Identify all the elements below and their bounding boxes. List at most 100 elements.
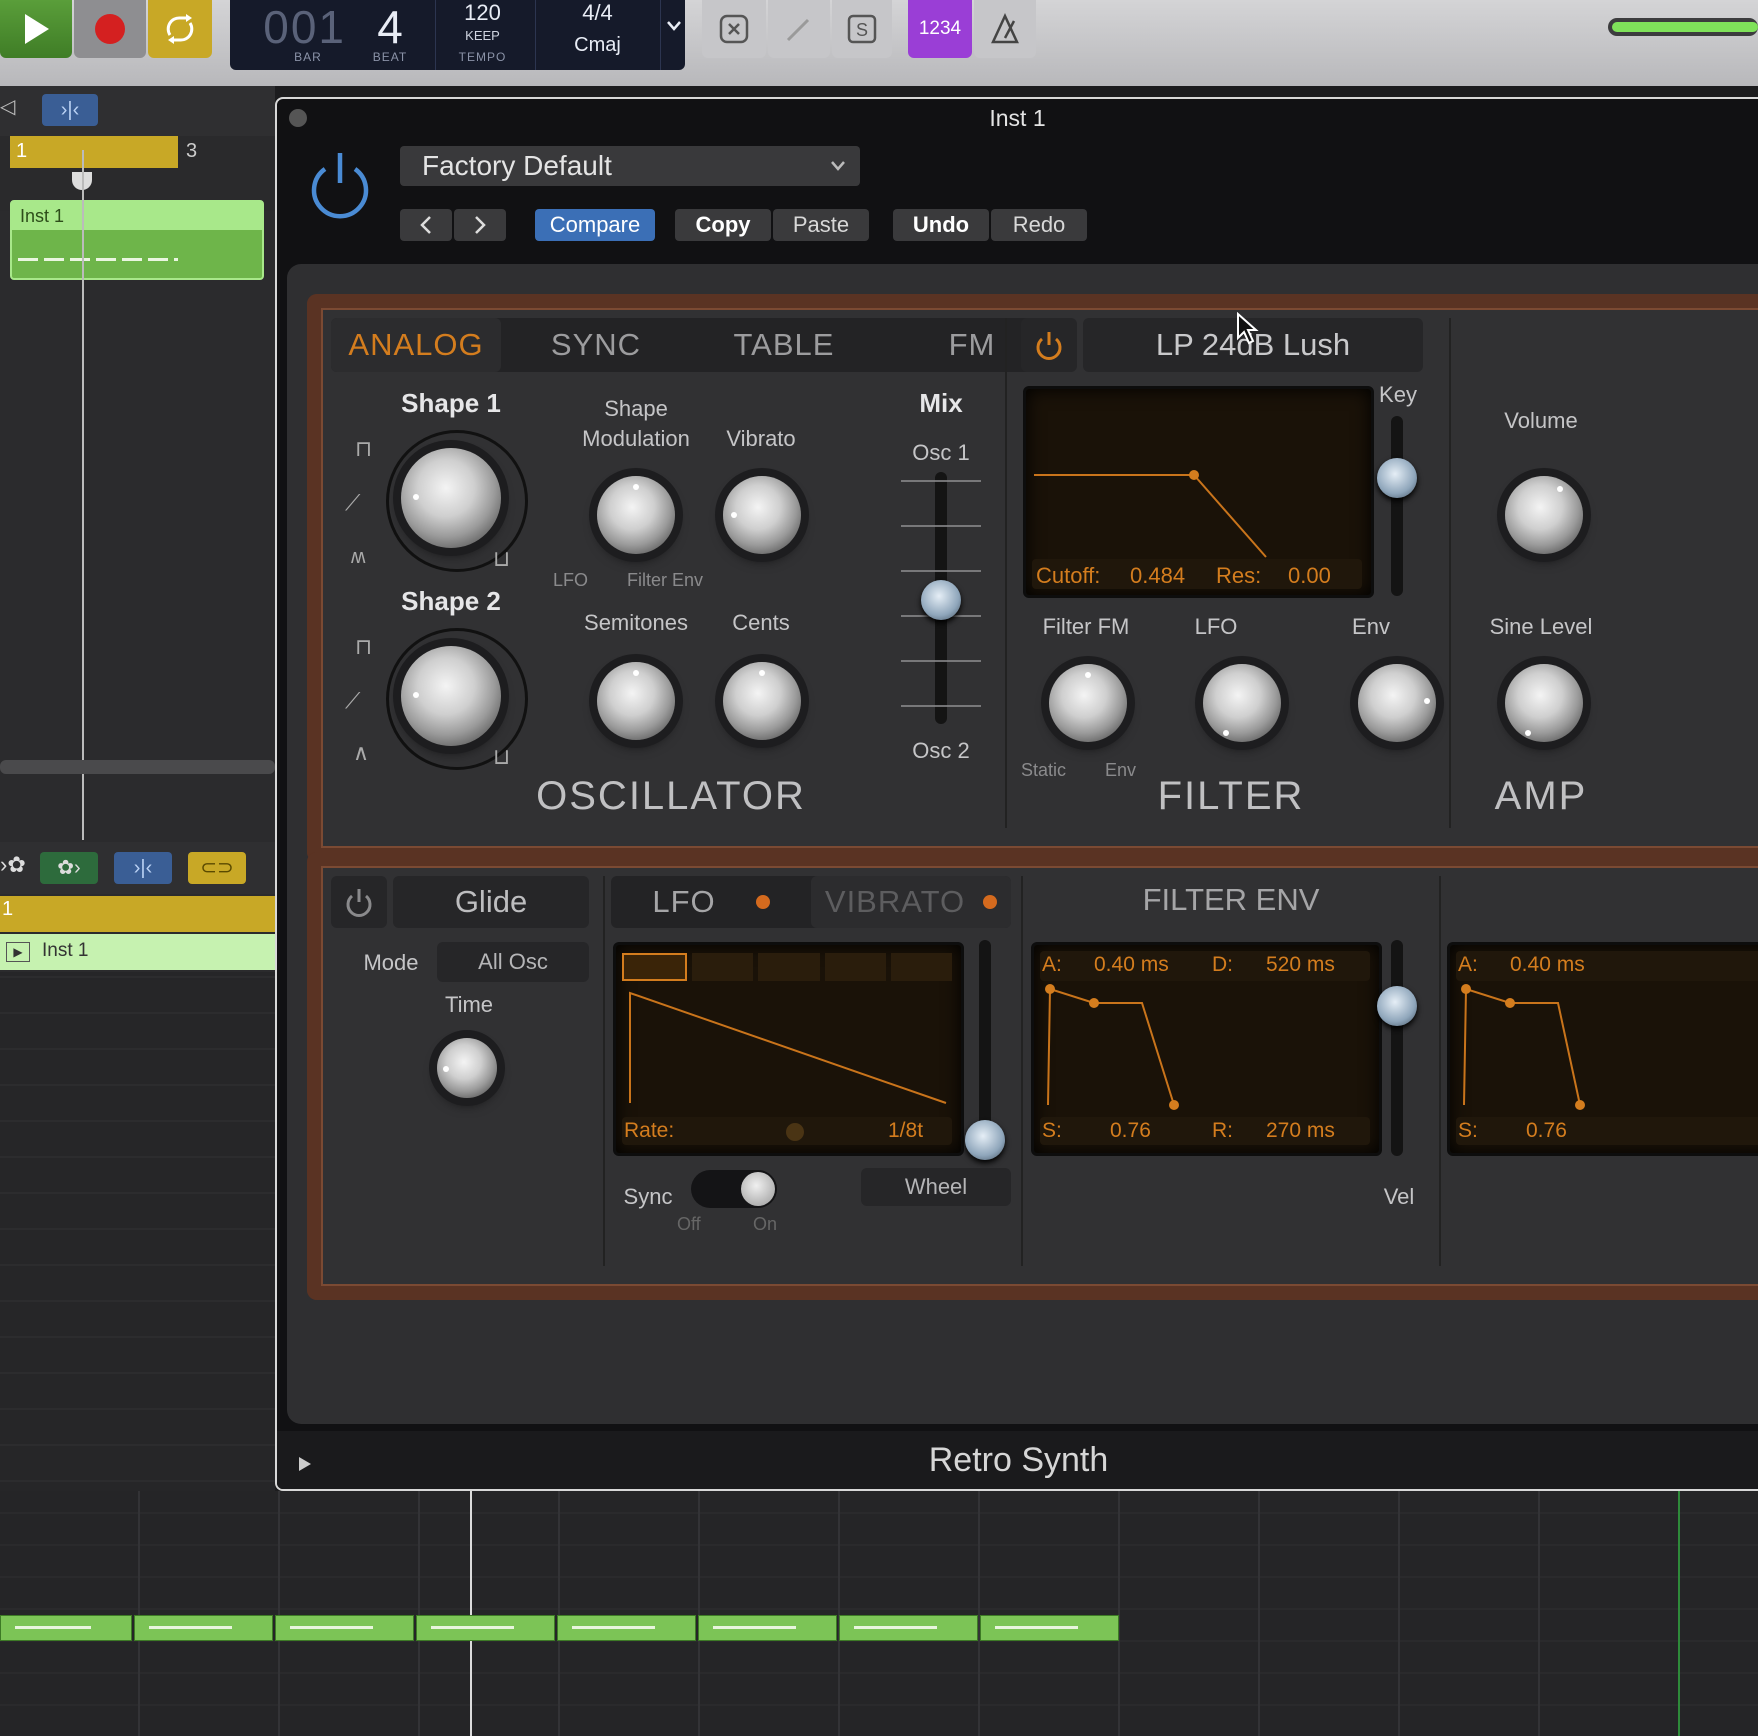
chevron-down-icon[interactable]	[666, 20, 682, 32]
key-slider-track[interactable]	[1391, 416, 1403, 596]
track-region[interactable]: Inst 1	[10, 200, 264, 280]
filter-power-button[interactable]	[1021, 318, 1077, 372]
vibrato-knob[interactable]	[723, 476, 801, 554]
link-button[interactable]: ⊂⊃	[188, 852, 246, 884]
cents-knob[interactable]	[723, 662, 801, 740]
window-title: Inst 1	[989, 105, 1046, 131]
tab-table[interactable]: TABLE	[699, 318, 869, 372]
input-monitor-button[interactable]	[768, 0, 830, 58]
shape1-knob[interactable]	[401, 448, 501, 548]
lfo-amount-handle[interactable]	[965, 1120, 1005, 1160]
cycle-button[interactable]	[148, 0, 212, 58]
rate-slider[interactable]	[786, 1123, 804, 1141]
note-region[interactable]	[698, 1615, 837, 1641]
redo-button[interactable]: Redo	[991, 209, 1087, 241]
glide-mode-label: Mode	[363, 950, 419, 975]
key-slider-handle[interactable]	[1377, 458, 1417, 498]
filter-display[interactable]: Cutoff: 0.484 Res: 0.00	[1023, 386, 1374, 598]
undo-button[interactable]: Undo	[893, 209, 989, 241]
note-region[interactable]	[0, 1615, 132, 1641]
tab-lfo[interactable]: LFO	[611, 876, 811, 928]
count-in-button[interactable]: 1234	[908, 0, 972, 58]
note-region[interactable]	[134, 1615, 273, 1641]
signature-display[interactable]: 4/4 Cmaj	[535, 0, 660, 70]
plugin-footer: Retro Synth	[277, 1431, 1758, 1489]
power-icon[interactable]	[307, 149, 373, 221]
square-wave-icon: ⊓	[355, 634, 373, 659]
lfo-display[interactable]: Rate: 1/8t	[613, 942, 964, 1156]
filter-section-title: FILTER	[1157, 774, 1305, 818]
preset-dropdown[interactable]: Factory Default	[400, 146, 860, 186]
amp-env-display[interactable]: A: 0.40 ms S: 0.76	[1447, 942, 1758, 1156]
lfo-small-label: LFO	[553, 570, 589, 590]
glide-time-knob[interactable]	[437, 1038, 497, 1098]
shape2-knob[interactable]	[401, 646, 501, 746]
record-button[interactable]	[74, 0, 146, 58]
cents-label: Cents	[732, 610, 790, 635]
amp-env-s-value[interactable]: 0.76	[1526, 1119, 1567, 1143]
tab-analog[interactable]: ANALOG	[331, 318, 501, 372]
sine-level-knob[interactable]	[1505, 664, 1583, 742]
glide-time-label: Time	[444, 992, 494, 1017]
filter-lfo-knob[interactable]	[1203, 664, 1281, 742]
note-region[interactable]	[839, 1615, 978, 1641]
volume-knob[interactable]	[1505, 476, 1583, 554]
plugin-window: Inst 1 Factory Default Compare Copy Past…	[275, 97, 1758, 1491]
time-signature: 4/4	[582, 0, 613, 25]
semitones-knob[interactable]	[597, 662, 675, 740]
tempo-display[interactable]: 120 KEEP TEMPO	[435, 0, 530, 70]
wheel-selector[interactable]: Wheel	[861, 1168, 1011, 1206]
copy-button[interactable]: Copy	[675, 209, 771, 241]
filter-env-s-value[interactable]: 0.76	[1110, 1119, 1151, 1143]
plugin-name: Retro Synth	[928, 1441, 1109, 1479]
glide-mode-selector[interactable]: All Osc	[437, 942, 589, 982]
track-header[interactable]: ▶ Inst 1	[0, 934, 275, 970]
shape-modulation-knob[interactable]	[597, 476, 675, 554]
tab-sync[interactable]: SYNC	[511, 318, 681, 372]
play-button[interactable]	[0, 0, 72, 58]
cutoff-value[interactable]: 0.484	[1130, 563, 1185, 589]
sync-off-label: Off	[677, 1214, 701, 1234]
sync-label: Sync	[623, 1184, 673, 1209]
mix-slider-handle[interactable]	[921, 580, 961, 620]
note-region[interactable]	[275, 1615, 414, 1641]
count-in-label: 1234	[918, 18, 962, 39]
paste-button[interactable]: Paste	[773, 209, 869, 241]
previous-preset-button[interactable]	[400, 209, 452, 241]
autopunch-button[interactable]: S	[832, 0, 892, 58]
filter-env-knob[interactable]	[1358, 664, 1436, 742]
filter-env-display[interactable]: A: 0.40 ms D: 520 ms S: 0.76 R: 270 ms	[1031, 942, 1382, 1156]
midi-out-button[interactable]: ✿›	[40, 852, 98, 884]
catch-button-2[interactable]: ›|‹	[114, 852, 172, 884]
low-latency-button[interactable]	[702, 0, 766, 58]
filter-env-r-value[interactable]: 270 ms	[1266, 1119, 1335, 1143]
glide-power-button[interactable]	[331, 876, 387, 928]
metronome-button[interactable]	[974, 0, 1036, 58]
lcd-display[interactable]: 001 BAR 4 BEAT 120 KEEP TEMPO 4/4 Cmaj	[230, 0, 685, 70]
note-region[interactable]	[557, 1615, 696, 1641]
vibrato-label: Vibrato	[726, 426, 796, 451]
note-region[interactable]	[980, 1615, 1119, 1641]
vel-slider-track[interactable]	[1391, 940, 1403, 1156]
power-icon	[346, 889, 372, 917]
tab-vibrato[interactable]: VIBRATO	[811, 876, 1011, 928]
catch-button[interactable]: ›|‹	[42, 94, 98, 126]
vel-label: Vel	[1383, 1184, 1415, 1209]
vel-slider-handle[interactable]	[1377, 986, 1417, 1026]
res-value[interactable]: 0.00	[1288, 563, 1331, 589]
bar-label: BAR	[294, 50, 322, 64]
compare-button[interactable]: Compare	[535, 209, 655, 241]
next-preset-button[interactable]	[454, 209, 506, 241]
sync-toggle[interactable]	[691, 1170, 777, 1208]
retro-synth-panel: ANALOG SYNC TABLE FM Shape 1 ⊓ ⟋ ʍ ⊔ Sha…	[287, 264, 1758, 1424]
note-region[interactable]	[416, 1615, 555, 1641]
filter-fm-knob[interactable]	[1049, 664, 1127, 742]
semitones-label: Semitones	[584, 610, 688, 635]
region-label: Inst 1	[20, 206, 65, 226]
chevron-down-icon	[831, 161, 845, 171]
midi-in-icon[interactable]: ›✿	[0, 852, 36, 882]
square-wave-icon: ⊓	[355, 436, 373, 461]
playhead-line	[470, 1491, 472, 1736]
back-icon[interactable]: ◁	[0, 94, 22, 124]
pulse-wave-icon: ⊔	[493, 744, 511, 769]
